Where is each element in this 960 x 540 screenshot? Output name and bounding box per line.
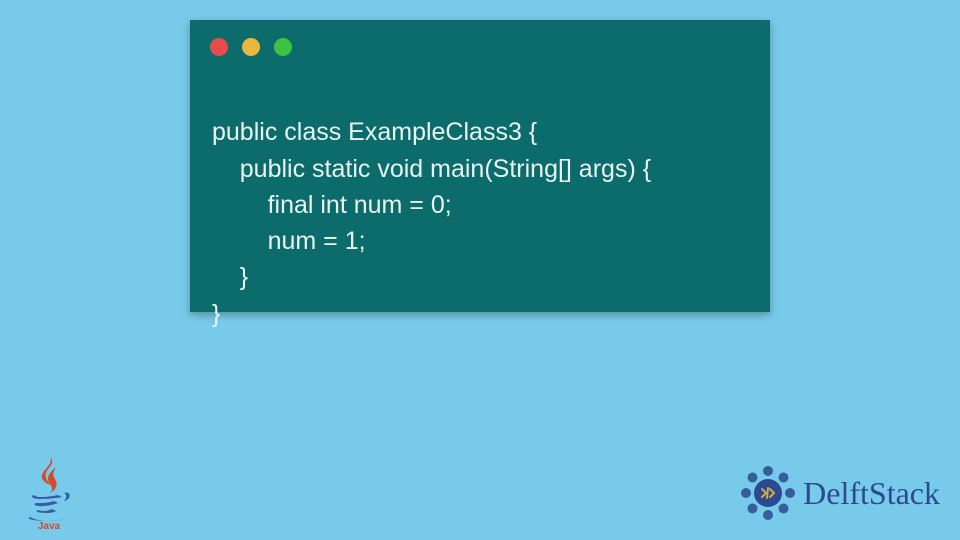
maximize-icon <box>274 38 292 56</box>
svg-text:Java: Java <box>38 521 61 530</box>
java-logo-icon: Java <box>22 455 77 530</box>
code-line: final int num = 0; <box>212 191 452 219</box>
delftstack-logo: DelftStack <box>739 464 940 522</box>
code-line: public static void main(String[] args) { <box>212 155 651 183</box>
delftstack-icon <box>739 464 797 522</box>
delftstack-label: DelftStack <box>803 475 940 512</box>
close-icon <box>210 38 228 56</box>
code-line: } <box>212 263 248 291</box>
code-block: public class ExampleClass3 { public stat… <box>212 78 651 368</box>
minimize-icon <box>242 38 260 56</box>
window-controls <box>210 38 292 56</box>
code-line: num = 1; <box>212 227 366 255</box>
code-window: public class ExampleClass3 { public stat… <box>190 20 770 312</box>
code-line: public class ExampleClass3 { <box>212 118 537 146</box>
code-line: } <box>212 300 220 328</box>
